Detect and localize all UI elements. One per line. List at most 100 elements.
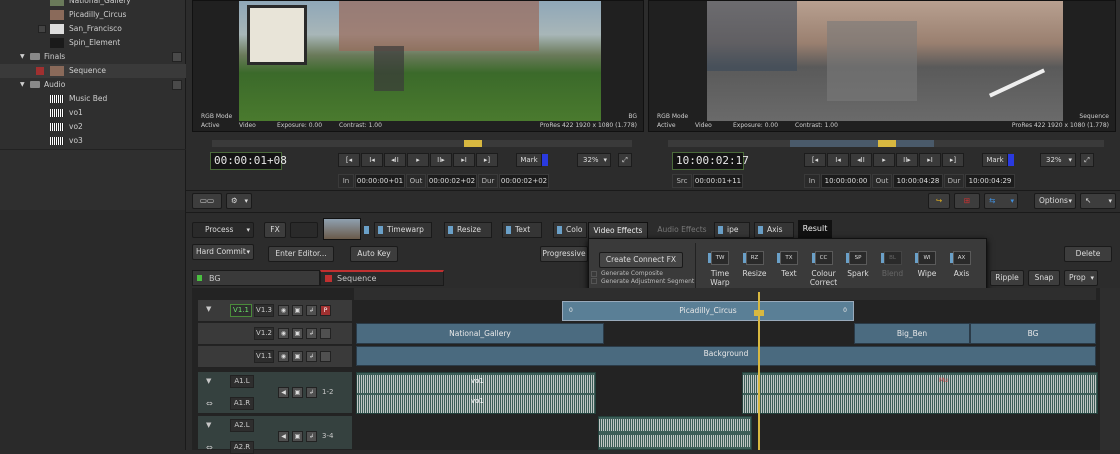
speaker-icon[interactable]: ◀ bbox=[278, 387, 289, 398]
go-to-in-button[interactable]: [◂ bbox=[338, 153, 360, 167]
library-folder[interactable]: ▼ Finals bbox=[0, 50, 186, 64]
fx-spark-icon[interactable]: SP bbox=[846, 251, 867, 265]
link-icon[interactable]: ⇔ bbox=[206, 399, 213, 408]
insert-edit-icon[interactable]: ↪ bbox=[928, 193, 950, 209]
play-button[interactable]: ▸ bbox=[873, 153, 895, 167]
fx-wipe-icon[interactable]: WI bbox=[915, 251, 936, 265]
generate-adjustment-checkbox[interactable] bbox=[591, 278, 597, 284]
fx-time-warp-icon[interactable]: TW bbox=[708, 251, 729, 265]
link-icon[interactable]: ⇔ bbox=[206, 443, 213, 452]
track-name[interactable]: A1.R bbox=[230, 397, 254, 410]
overwrite-edit-icon[interactable]: ⊞ bbox=[954, 193, 980, 209]
track-head-a1[interactable]: ▼ A1.L ⇔ A1.R ◀ ▣ ↲ 1-2 bbox=[198, 372, 352, 414]
record-scrub-bar[interactable] bbox=[668, 140, 1104, 147]
fx-colour-correct-icon[interactable]: CC bbox=[811, 251, 833, 265]
go-to-out-button[interactable]: ▸] bbox=[476, 153, 498, 167]
record-video-frame[interactable] bbox=[707, 1, 1063, 121]
lock-icon[interactable]: ▣ bbox=[292, 328, 303, 339]
track-name[interactable]: V1.2 bbox=[254, 327, 274, 340]
dur-timecode-field[interactable]: 00:00:02+02 bbox=[499, 174, 549, 188]
clip-big-ben[interactable]: Big_Ben bbox=[854, 323, 970, 344]
record-timecode[interactable]: 10:00:02:17 bbox=[672, 152, 749, 170]
clip-picadilly-circus[interactable]: 0 Picadilly_Circus 0 bbox=[562, 301, 854, 321]
track-name[interactable]: V1.1 bbox=[230, 304, 252, 317]
src-timecode-field[interactable]: 00:00:01+11 bbox=[693, 174, 743, 188]
fx-chip-resize[interactable]: Resize bbox=[444, 222, 492, 238]
go-to-out-button[interactable]: ▸] bbox=[942, 153, 964, 167]
library-item[interactable]: vo3 bbox=[0, 134, 186, 148]
fx-resize-icon[interactable]: RZ bbox=[742, 251, 764, 265]
pointer-tool-icon[interactable]: ↖ bbox=[1080, 193, 1116, 209]
eye-icon[interactable]: ◉ bbox=[278, 328, 289, 339]
prop-dropdown[interactable]: Prop bbox=[1064, 270, 1098, 286]
library-item[interactable]: Picadilly_Circus bbox=[0, 8, 186, 22]
tab-video-effects[interactable]: Video Effects bbox=[588, 222, 648, 238]
source-timecode[interactable]: 00:00:01+08 bbox=[210, 152, 287, 170]
fx-text-icon[interactable]: TX bbox=[777, 251, 798, 265]
patch-button[interactable] bbox=[320, 328, 331, 339]
mark-button[interactable]: Mark bbox=[516, 153, 542, 167]
visibility-toggle[interactable] bbox=[172, 80, 182, 90]
fx-toggle[interactable] bbox=[290, 222, 318, 238]
frame-back-button[interactable]: ◂II bbox=[850, 153, 872, 167]
delete-button[interactable]: Delete bbox=[1064, 246, 1112, 262]
track-head-v1-2[interactable]: V1.2 ◉ ▣ ↲ bbox=[198, 323, 352, 345]
frame-forward-button[interactable]: II▸ bbox=[896, 153, 918, 167]
snap-button[interactable]: Snap bbox=[1028, 270, 1060, 286]
track-tools-icon[interactable]: ↲ bbox=[306, 328, 317, 339]
fullscreen-icon[interactable]: ⤢ bbox=[618, 153, 632, 167]
fx-chip-colour[interactable]: Colo bbox=[553, 222, 587, 238]
audio-clip-vo2[interactable] bbox=[598, 416, 752, 450]
library-item[interactable]: Sequence bbox=[0, 64, 186, 78]
step-forward-button[interactable]: ▸I bbox=[919, 153, 941, 167]
dur-timecode-field[interactable]: 10:00:04:29 bbox=[965, 174, 1015, 188]
hard-commit-dropdown[interactable]: Hard Commit bbox=[192, 244, 254, 260]
track-tools-icon[interactable]: ↲ bbox=[306, 431, 317, 442]
speaker-icon[interactable]: ◀ bbox=[278, 431, 289, 442]
source-viewer[interactable]: RGB Mode Active Video Exposure: 0.00 Con… bbox=[192, 0, 644, 132]
track-head-a2[interactable]: ▼ A2.L ⇔ A2.R ◀ ▣ ↲ 3-4 bbox=[198, 416, 352, 454]
tab-audio-effects[interactable]: Audio Effects bbox=[650, 222, 714, 238]
step-back-button[interactable]: I◂ bbox=[361, 153, 383, 167]
mark-button[interactable]: Mark bbox=[982, 153, 1008, 167]
expand-triangle-icon[interactable]: ▼ bbox=[20, 78, 25, 92]
audio-clip-vo1[interactable]: vo1 vo1 bbox=[356, 372, 596, 414]
ripple-button[interactable]: Ripple bbox=[990, 270, 1024, 286]
go-to-in-button[interactable]: [◂ bbox=[804, 153, 826, 167]
track-tools-icon[interactable]: ↲ bbox=[306, 387, 317, 398]
result-button[interactable]: Result bbox=[798, 220, 832, 238]
fx-chip-axis[interactable]: Axis bbox=[754, 222, 794, 238]
expand-triangle-icon[interactable]: ▼ bbox=[206, 305, 211, 313]
track-name[interactable]: V1.3 bbox=[254, 304, 274, 317]
fullscreen-icon[interactable]: ⤢ bbox=[1080, 153, 1094, 167]
frame-back-button[interactable]: ◂II bbox=[384, 153, 406, 167]
lock-icon[interactable]: ▣ bbox=[292, 351, 303, 362]
frame-forward-button[interactable]: II▸ bbox=[430, 153, 452, 167]
expand-triangle-icon[interactable]: ▼ bbox=[206, 377, 211, 385]
track-head-v1-1[interactable]: V1.1 ◉ ▣ ↲ bbox=[198, 346, 352, 368]
zoom-dropdown[interactable]: 32% bbox=[1040, 153, 1076, 167]
source-video-frame[interactable] bbox=[239, 1, 601, 121]
fx-axis-icon[interactable]: AX bbox=[949, 251, 971, 265]
record-viewer[interactable]: RGB Mode Active Video Exposure: 0.00 Con… bbox=[648, 0, 1116, 132]
checkbox-icon[interactable] bbox=[38, 25, 46, 33]
tab-bg[interactable]: BG bbox=[192, 270, 320, 286]
lock-icon[interactable]: ▣ bbox=[292, 305, 303, 316]
step-forward-button[interactable]: ▸I bbox=[453, 153, 475, 167]
patch-button[interactable]: P bbox=[320, 305, 331, 316]
zoom-dropdown[interactable]: 32% bbox=[577, 153, 611, 167]
eye-icon[interactable]: ◉ bbox=[278, 351, 289, 362]
fx-chip-timewarp[interactable]: Timewarp bbox=[374, 222, 432, 238]
patch-button[interactable] bbox=[320, 351, 331, 362]
enter-editor-button[interactable]: Enter Editor... bbox=[268, 246, 334, 262]
expand-triangle-icon[interactable]: ▼ bbox=[20, 50, 25, 64]
auto-key-button[interactable]: Auto Key bbox=[350, 246, 398, 262]
create-connect-fx-button[interactable]: Create Connect FX bbox=[599, 252, 683, 268]
record-playhead[interactable] bbox=[878, 140, 896, 147]
process-dropdown[interactable]: Process bbox=[192, 222, 254, 238]
settings-gear-icon[interactable]: ⚙ bbox=[226, 193, 252, 209]
expand-triangle-icon[interactable]: ▼ bbox=[206, 421, 211, 429]
track-name[interactable]: A2.L bbox=[230, 419, 254, 432]
library-folder[interactable]: ▼ Audio bbox=[0, 78, 186, 92]
library-item[interactable]: National_Gallery bbox=[0, 0, 186, 8]
